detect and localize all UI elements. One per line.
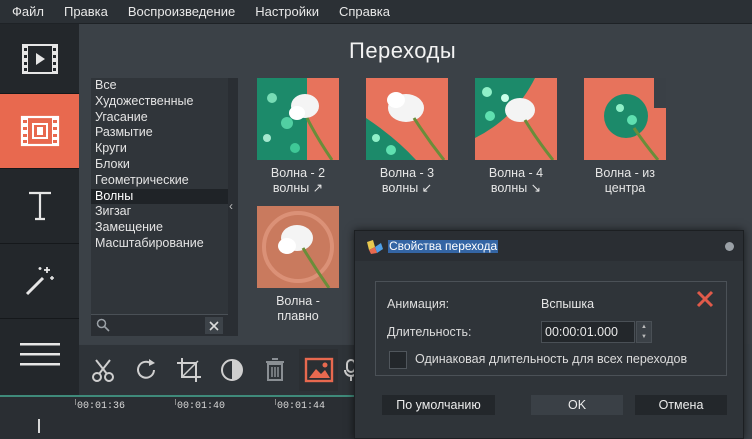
timeline-time: 00:01:44 bbox=[277, 401, 326, 412]
delete-button[interactable] bbox=[256, 349, 295, 391]
timeline-tick bbox=[275, 399, 276, 405]
default-button[interactable]: По умолчанию bbox=[382, 395, 495, 415]
magic-wand-icon bbox=[25, 267, 54, 296]
transition-thumb-wave-smooth[interactable] bbox=[257, 206, 339, 288]
transition-thumb-wave-3[interactable] bbox=[366, 78, 448, 160]
same-duration-checkbox[interactable] bbox=[389, 351, 407, 369]
transition-icon bbox=[20, 115, 59, 147]
timeline-tick bbox=[75, 399, 76, 405]
rotate-icon bbox=[136, 359, 155, 379]
remove-transition-icon[interactable] bbox=[695, 289, 715, 309]
dialog-titlebar[interactable]: Свойства перехода bbox=[355, 231, 743, 261]
close-icon bbox=[209, 320, 219, 331]
transition-preview-image bbox=[257, 206, 339, 288]
timeline-tick bbox=[175, 399, 176, 405]
sidebar-item-more[interactable] bbox=[0, 319, 79, 389]
menubar: Файл Правка Воспроизведение Настройки Сп… bbox=[0, 0, 752, 24]
animation-label: Анимация: bbox=[387, 297, 450, 311]
timeline-time: 00:01:36 bbox=[77, 401, 126, 412]
timeline-ruler[interactable]: 00:01:36 00:01:40 00:01:44 bbox=[0, 395, 360, 439]
duration-field[interactable]: 00:00:01.000 bbox=[541, 321, 635, 343]
playhead[interactable] bbox=[38, 419, 40, 433]
image-button[interactable] bbox=[299, 349, 339, 391]
cancel-button[interactable]: Отмена bbox=[635, 395, 727, 415]
hamburger-menu-icon bbox=[19, 343, 60, 366]
category-item[interactable]: Художественные bbox=[91, 94, 228, 110]
app-logo-icon bbox=[367, 240, 383, 254]
timeline-time: 00:01:40 bbox=[177, 401, 226, 412]
stepper-up-icon[interactable]: ▲ bbox=[637, 322, 651, 332]
transition-label: Волна - плавно bbox=[276, 294, 320, 323]
film-play-icon bbox=[21, 43, 58, 74]
menu-file[interactable]: Файл bbox=[0, 0, 54, 24]
duration-stepper[interactable]: ▲ ▼ bbox=[636, 321, 652, 343]
transition-preview-image bbox=[475, 78, 557, 160]
category-item[interactable]: Размытие bbox=[91, 125, 228, 141]
edit-toolbar bbox=[79, 345, 359, 395]
category-item[interactable]: Блоки bbox=[91, 157, 228, 173]
color-adjust-icon bbox=[221, 359, 244, 381]
animation-value: Вспышка bbox=[541, 297, 595, 311]
transition-thumb-wave-center[interactable] bbox=[584, 78, 666, 160]
collapse-arrow-icon[interactable]: ‹ bbox=[229, 199, 233, 213]
sidebar-item-media[interactable] bbox=[0, 24, 79, 94]
category-item[interactable]: Круги bbox=[91, 141, 228, 157]
category-item[interactable]: Масштабирование bbox=[91, 236, 228, 252]
transition-label: Волна - из центра bbox=[595, 166, 655, 195]
menu-help[interactable]: Справка bbox=[329, 0, 400, 24]
transition-preview-image bbox=[257, 78, 339, 160]
left-sidebar bbox=[0, 24, 79, 439]
category-item[interactable]: Зигзаг bbox=[91, 204, 228, 220]
rotate-button[interactable] bbox=[126, 349, 165, 391]
transition-properties-dialog: Свойства перехода Анимация: Вспышка Длит… bbox=[354, 230, 744, 439]
category-list: Все Художественные Угасание Размытие Кру… bbox=[91, 78, 228, 336]
sidebar-item-transitions[interactable] bbox=[0, 94, 79, 169]
ok-button[interactable]: OK bbox=[531, 395, 623, 415]
cut-button[interactable] bbox=[83, 349, 122, 391]
transition-thumb-wave-4[interactable] bbox=[475, 78, 557, 160]
color-adjust-button[interactable] bbox=[213, 349, 252, 391]
category-item[interactable]: Угасание bbox=[91, 110, 228, 126]
category-item-selected[interactable]: Волны bbox=[91, 188, 228, 205]
search-icon bbox=[96, 318, 110, 332]
image-icon bbox=[304, 357, 333, 383]
page-title: Переходы bbox=[349, 38, 457, 63]
category-item[interactable]: Замещение bbox=[91, 220, 228, 236]
category-item[interactable]: Все bbox=[91, 78, 228, 94]
scissors-icon bbox=[91, 359, 114, 382]
crop-button[interactable] bbox=[169, 349, 208, 391]
menu-playback[interactable]: Воспроизведение bbox=[118, 0, 245, 24]
app-window: Файл Правка Воспроизведение Настройки Сп… bbox=[0, 0, 752, 439]
transition-preview-image bbox=[584, 78, 666, 160]
text-t-icon bbox=[28, 191, 51, 221]
trash-icon bbox=[266, 358, 285, 381]
duration-label: Длительность: bbox=[387, 325, 472, 339]
transition-label: Волна - 3 волны ↙ bbox=[379, 166, 435, 195]
dialog-title: Свойства перехода bbox=[388, 239, 499, 253]
same-duration-label: Одинаковая длительность для всех переход… bbox=[415, 352, 688, 366]
stepper-down-icon[interactable]: ▼ bbox=[637, 332, 651, 342]
transition-label: Волна - 4 волны ↘ bbox=[488, 166, 544, 195]
transition-thumb-wave-2[interactable] bbox=[257, 78, 339, 160]
category-search[interactable] bbox=[91, 314, 228, 336]
dialog-close-button[interactable] bbox=[725, 242, 734, 251]
crop-icon bbox=[177, 358, 201, 382]
category-item[interactable]: Геометрические bbox=[91, 173, 228, 189]
menu-settings[interactable]: Настройки bbox=[245, 0, 329, 24]
sidebar-item-effects[interactable] bbox=[0, 244, 79, 319]
clear-search-button[interactable] bbox=[205, 317, 223, 334]
sidebar-item-titles[interactable] bbox=[0, 169, 79, 244]
transition-label: Волна - 2 волны ↗ bbox=[270, 166, 326, 195]
menu-edit[interactable]: Правка bbox=[54, 0, 118, 24]
transition-preview-image bbox=[366, 78, 448, 160]
